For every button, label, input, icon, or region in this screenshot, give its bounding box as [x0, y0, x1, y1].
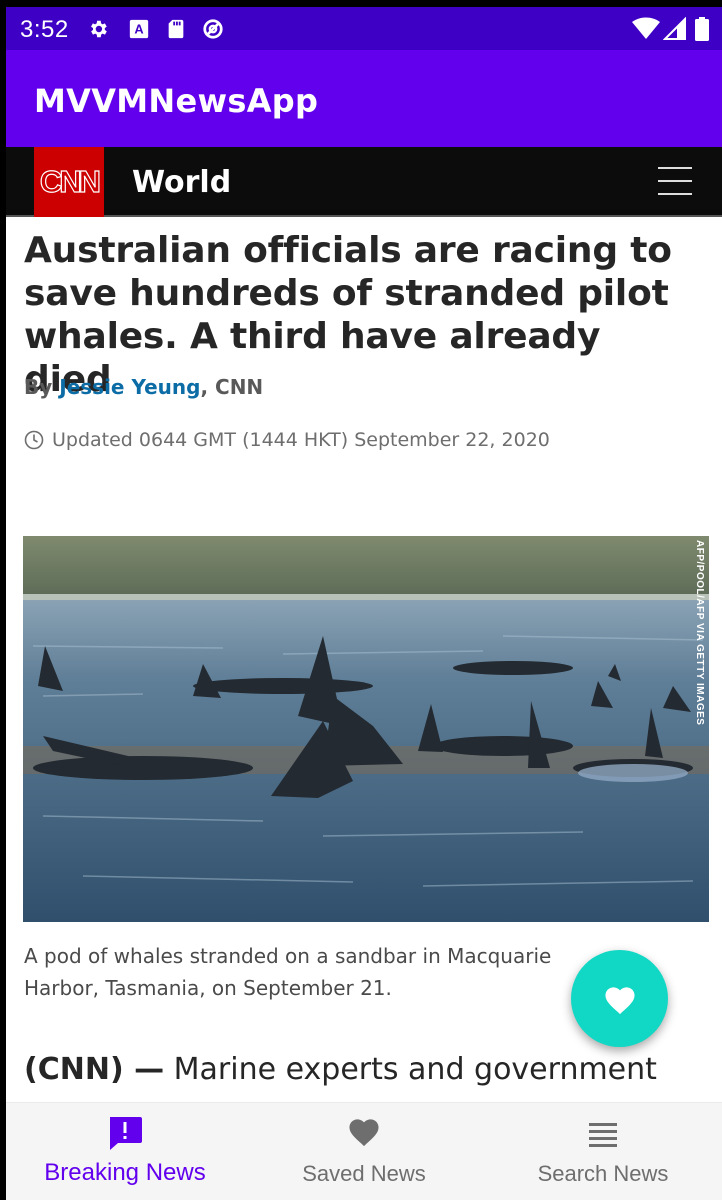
- clock-icon: [24, 430, 44, 450]
- heart-icon: [349, 1119, 379, 1147]
- list-icon: [589, 1123, 617, 1147]
- nav-search-news[interactable]: Search News: [484, 1103, 722, 1200]
- a-badge-icon: A: [129, 19, 149, 39]
- lead-text: Marine experts and government: [173, 1052, 657, 1087]
- article-lead: (CNN) — Marine experts and government: [24, 1052, 657, 1087]
- battery-icon: [695, 17, 709, 41]
- nav-label: Saved News: [302, 1161, 426, 1186]
- section-title[interactable]: World: [132, 165, 231, 200]
- app-screen: 3:52 A MVVMNewsApp CNN World Australian …: [6, 7, 722, 1200]
- signal-icon: [663, 17, 686, 40]
- lead-source: (CNN) —: [24, 1052, 165, 1087]
- gear-icon: [91, 20, 107, 38]
- image-credit: AFP/POOL/AFP VIA GETTY IMAGES: [694, 540, 705, 726]
- alert-icon: [110, 1117, 142, 1150]
- cnn-header: CNN World: [6, 147, 722, 217]
- whales-photo: [23, 536, 709, 922]
- save-article-fab[interactable]: [571, 950, 668, 1047]
- data-saver-icon: [203, 19, 223, 39]
- author-link[interactable]: Jessie Yeung: [59, 375, 200, 399]
- updated-timestamp: Updated 0644 GMT (1444 HKT) September 22…: [24, 429, 550, 451]
- nav-saved-news[interactable]: Saved News: [245, 1103, 483, 1200]
- wifi-icon: [632, 17, 660, 39]
- status-bar: 3:52 A: [6, 7, 722, 50]
- app-bar: MVVMNewsApp: [6, 50, 722, 147]
- sd-card-icon: [168, 19, 184, 39]
- menu-icon[interactable]: [658, 167, 692, 197]
- article-photo[interactable]: AFP/POOL/AFP VIA GETTY IMAGES: [23, 536, 709, 922]
- bottom-navigation: Breaking News Saved News Search News: [6, 1102, 722, 1200]
- app-title: MVVMNewsApp: [34, 82, 319, 120]
- nav-label: Breaking News: [44, 1159, 206, 1186]
- nav-label: Search News: [537, 1161, 669, 1186]
- nav-breaking-news[interactable]: Breaking News: [6, 1103, 244, 1200]
- cnn-logo[interactable]: CNN: [34, 147, 104, 217]
- photo-caption: A pod of whales stranded on a sandbar in…: [24, 944, 552, 1000]
- byline: By Jessie Yeung, CNN: [24, 375, 264, 399]
- status-time: 3:52: [20, 16, 69, 43]
- heart-icon: [604, 986, 635, 1014]
- svg-text:A: A: [134, 22, 143, 37]
